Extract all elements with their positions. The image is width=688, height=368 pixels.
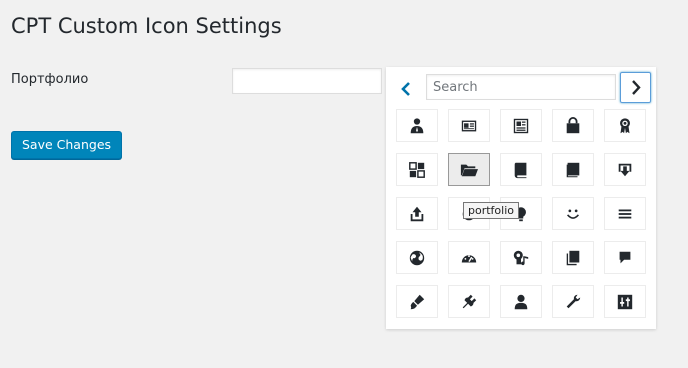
admin-users-icon: [514, 294, 528, 309]
icon-search-input[interactable]: [426, 74, 616, 100]
icon-cell-id[interactable]: [448, 109, 490, 142]
performance-icon: [461, 254, 477, 262]
icon-cell-download[interactable]: [604, 153, 646, 186]
download-icon: [618, 163, 632, 176]
admin-comments-icon: [619, 251, 631, 263]
icon-cell-forms[interactable]: [396, 153, 438, 186]
icon-cell-upload[interactable]: [396, 197, 438, 230]
icon-cell-products[interactable]: [552, 109, 594, 142]
translation-icon: [409, 250, 425, 265]
icon-picker: [386, 67, 656, 329]
page-title: CPT Custom Icon Settings: [11, 14, 282, 38]
icon-cell-translation[interactable]: [396, 241, 438, 274]
products-icon: [566, 116, 580, 133]
icon-cell-admin-plugins[interactable]: [448, 285, 490, 318]
icon-cell-book-alt[interactable]: [552, 153, 594, 186]
icon-cell-portfolio[interactable]: [448, 153, 490, 186]
book-alt-icon: [566, 162, 580, 177]
icon-cell-admin-page[interactable]: [552, 241, 594, 274]
admin-tools-icon: [566, 294, 581, 308]
icon-cell-businessman[interactable]: [396, 109, 438, 142]
icon-cell-admin-appearance[interactable]: [396, 285, 438, 318]
icon-cell-media-interactive[interactable]: [500, 241, 542, 274]
icon-cell-menu[interactable]: [604, 197, 646, 230]
menu-icon: [618, 209, 632, 218]
smiley-icon: [566, 209, 580, 219]
chevron-left-icon[interactable]: [394, 77, 418, 101]
icon-cell-awards[interactable]: [604, 109, 646, 142]
icon-cell-admin-tools[interactable]: [552, 285, 594, 318]
admin-appearance-icon: [410, 294, 425, 309]
forms-icon: [409, 161, 425, 178]
save-changes-button[interactable]: Save Changes: [11, 131, 123, 159]
id-icon: [461, 120, 477, 131]
icon-cell-smiley[interactable]: [552, 197, 594, 230]
awards-icon: [620, 117, 630, 133]
icon-cell-performance[interactable]: [448, 241, 490, 274]
icon-cell-id-alt[interactable]: [500, 109, 542, 142]
icon-cell-book[interactable]: [500, 153, 542, 186]
icon-text-field[interactable]: [232, 68, 382, 94]
admin-plugins-icon: [462, 294, 477, 308]
icon-cell-admin-comments[interactable]: [604, 241, 646, 274]
portfolio-icon: [460, 164, 478, 176]
icon-cell-admin-users[interactable]: [500, 285, 542, 318]
chevron-right-icon[interactable]: [620, 72, 651, 103]
id-alt-icon: [513, 118, 529, 133]
book-icon: [514, 162, 527, 178]
field-label: Портфолио: [11, 72, 89, 87]
portfolio-tooltip: portfolio: [463, 202, 519, 219]
admin-page-icon: [566, 250, 580, 265]
upload-icon: [410, 206, 424, 221]
admin-settings-icon: [617, 294, 633, 309]
icon-cell-admin-settings[interactable]: [604, 285, 646, 318]
businessman-icon: [410, 117, 424, 133]
media-interactive-icon: [513, 250, 529, 265]
